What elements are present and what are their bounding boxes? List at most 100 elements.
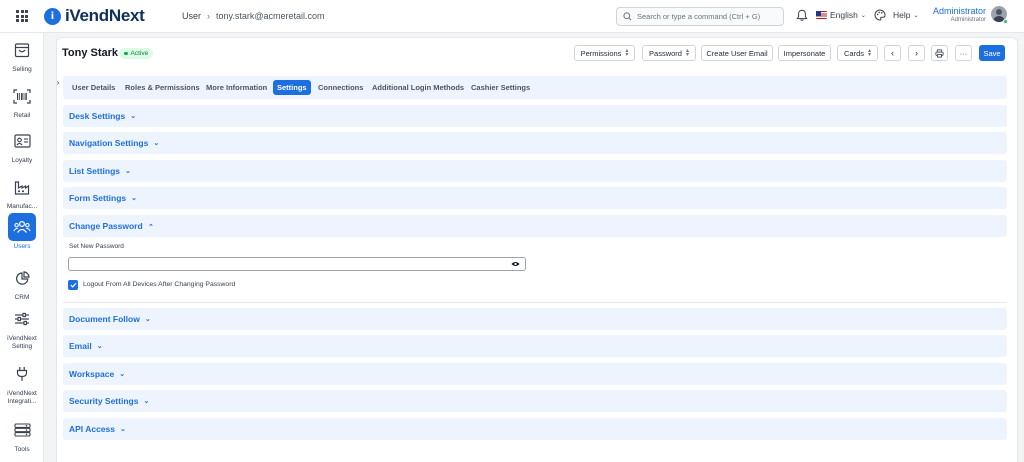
sliders-icon xyxy=(15,312,29,326)
select-arrows-icon: ▴ ▾ xyxy=(685,48,689,58)
tab-settings[interactable]: Settings xyxy=(273,80,311,95)
bell-icon[interactable] xyxy=(796,9,808,22)
language-label: English xyxy=(830,10,858,20)
sidebar-item-tools[interactable]: Tools xyxy=(0,416,44,454)
create-user-email-button[interactable]: Create User Email xyxy=(701,45,773,61)
section-workspace[interactable]: Workspace ⌄ xyxy=(63,363,1007,385)
eye-icon[interactable] xyxy=(511,261,520,267)
section-email[interactable]: Email ⌄ xyxy=(63,335,1007,357)
sidebar-item-label: Retail xyxy=(13,112,31,119)
new-password-input[interactable] xyxy=(73,258,503,270)
select-arrows-icon: ▴ ▾ xyxy=(868,48,872,58)
tab-roles-permissions[interactable]: Roles & Permissions xyxy=(121,80,204,95)
section-list-settings[interactable]: List Settings ⌄ xyxy=(63,160,1007,182)
section-title: Document Follow xyxy=(69,314,140,324)
sidebar-item-users[interactable]: Users xyxy=(0,213,44,251)
palette-icon[interactable] xyxy=(874,9,886,21)
chevron-down-icon: ⌄ xyxy=(120,426,126,433)
us-flag-icon xyxy=(816,11,827,19)
logout-all-devices-checkbox[interactable] xyxy=(68,280,78,290)
password-dropdown[interactable]: Password ▴ ▾ xyxy=(642,45,696,61)
printer-icon xyxy=(935,48,944,58)
chevron-up-icon: ⌄ xyxy=(147,222,154,229)
factory-icon xyxy=(14,180,30,195)
breadcrumb: User › tony.stark@acmeretail.com xyxy=(182,11,325,21)
section-title: Change Password xyxy=(69,221,143,231)
previous-record-button[interactable]: ‹ xyxy=(884,45,901,61)
app-name: iVendNext xyxy=(65,6,145,25)
permissions-dropdown[interactable]: Permissions ▴ ▾ xyxy=(574,45,635,61)
user-name: Administrator xyxy=(932,6,986,16)
help-label: Help xyxy=(893,10,911,20)
sidebar-toggle-chevron-icon[interactable]: › xyxy=(53,77,63,87)
shop-icon xyxy=(14,42,30,57)
chevron-down-icon: ⌄ xyxy=(143,398,150,405)
section-change-password[interactable]: Change Password ⌄ xyxy=(63,215,1007,237)
sidebar-item-selling[interactable]: Selling xyxy=(0,36,44,74)
search-input[interactable] xyxy=(637,12,777,21)
save-button[interactable]: Save xyxy=(979,45,1005,61)
sidebar-item-ivendnext-setting[interactable]: iVendNext Setting xyxy=(0,305,44,351)
sidebar-item-label: Users xyxy=(13,243,31,250)
app-logo[interactable]: i iVendNext xyxy=(44,6,145,26)
chevron-down-icon: ⌄ xyxy=(144,316,151,323)
tab-additional-login-methods[interactable]: Additional Login Methods xyxy=(368,80,468,95)
sidebar-item-crm[interactable]: CRM xyxy=(0,264,44,302)
print-button[interactable] xyxy=(931,45,948,61)
section-api-access[interactable]: API Access ⌄ xyxy=(63,418,1007,440)
help-menu[interactable]: Help ⌄ xyxy=(893,10,919,20)
tools-icon xyxy=(13,423,31,437)
sidebar-item-label: CRM xyxy=(14,294,30,301)
sidebar-item-ivendnext-integrations[interactable]: iVendNext Integrati... xyxy=(0,360,44,406)
sidebar-item-label: Tools xyxy=(14,446,30,453)
tab-more-information[interactable]: More Information xyxy=(202,80,271,95)
chevron-down-icon: ⌄ xyxy=(119,371,126,378)
password-label: Password xyxy=(649,48,682,58)
section-title: Workspace xyxy=(69,369,115,379)
user-menu[interactable]: Administrator Administrator xyxy=(926,6,986,23)
cards-dropdown[interactable]: Cards ▴ ▾ xyxy=(837,45,878,61)
more-actions-button[interactable]: ··· xyxy=(955,45,972,61)
sidebar-item-label: iVendNext Integrati... xyxy=(7,390,37,405)
tab-cashier-settings[interactable]: Cashier Settings xyxy=(467,80,534,95)
sidebar-item-label: iVendNext Setting xyxy=(7,335,37,350)
plug-icon xyxy=(16,367,28,381)
breadcrumb-current[interactable]: tony.stark@acmeretail.com xyxy=(216,11,325,21)
status-badge: Active xyxy=(119,48,154,59)
breadcrumb-root[interactable]: User xyxy=(182,11,201,21)
sidebar-item-manufacturing[interactable]: Manufac... xyxy=(0,173,44,211)
password-field-wrapper xyxy=(68,257,526,271)
online-status-dot xyxy=(1003,19,1008,24)
section-desk-settings[interactable]: Desk Settings ⌄ xyxy=(63,105,1007,127)
permissions-label: Permissions xyxy=(580,48,622,58)
chevron-down-icon: ⌄ xyxy=(130,113,137,120)
next-record-button[interactable]: › xyxy=(908,45,925,61)
language-selector[interactable]: English ⌄ xyxy=(816,10,866,20)
pie-chart-icon xyxy=(15,270,30,285)
section-form-settings[interactable]: Form Settings ⌄ xyxy=(63,187,1007,209)
chevron-down-icon: ⌄ xyxy=(96,343,103,350)
section-title: Form Settings xyxy=(69,193,127,203)
section-navigation-settings[interactable]: Navigation Settings ⌄ xyxy=(63,132,1007,154)
set-new-password-label: Set New Password xyxy=(69,243,124,250)
section-title: Email xyxy=(69,341,92,351)
tab-user-details[interactable]: User Details xyxy=(68,80,119,95)
tab-connections[interactable]: Connections xyxy=(314,80,367,95)
impersonate-button[interactable]: Impersonate xyxy=(778,45,831,61)
status-label: Active xyxy=(130,50,149,57)
search-box[interactable] xyxy=(616,7,784,26)
cards-label: Cards xyxy=(843,48,864,58)
barcode-icon xyxy=(13,88,31,104)
sidebar-item-retail[interactable]: Retail xyxy=(0,82,44,120)
logo-badge-icon: i xyxy=(44,7,61,25)
sidebar-item-loyalty[interactable]: Loyalty xyxy=(0,127,44,165)
section-security-settings[interactable]: Security Settings ⌄ xyxy=(63,390,1007,412)
section-title: API Access xyxy=(69,424,115,434)
sidebar-item-label: Selling xyxy=(12,66,32,73)
page-title: Tony Stark xyxy=(62,47,119,59)
chevron-down-icon: ⌄ xyxy=(913,12,919,19)
section-document-follow[interactable]: Document Follow ⌄ xyxy=(63,308,1007,330)
checkmark-icon xyxy=(69,282,77,288)
app-grid-icon[interactable] xyxy=(16,10,28,22)
chevron-down-icon: ⌄ xyxy=(153,140,160,147)
